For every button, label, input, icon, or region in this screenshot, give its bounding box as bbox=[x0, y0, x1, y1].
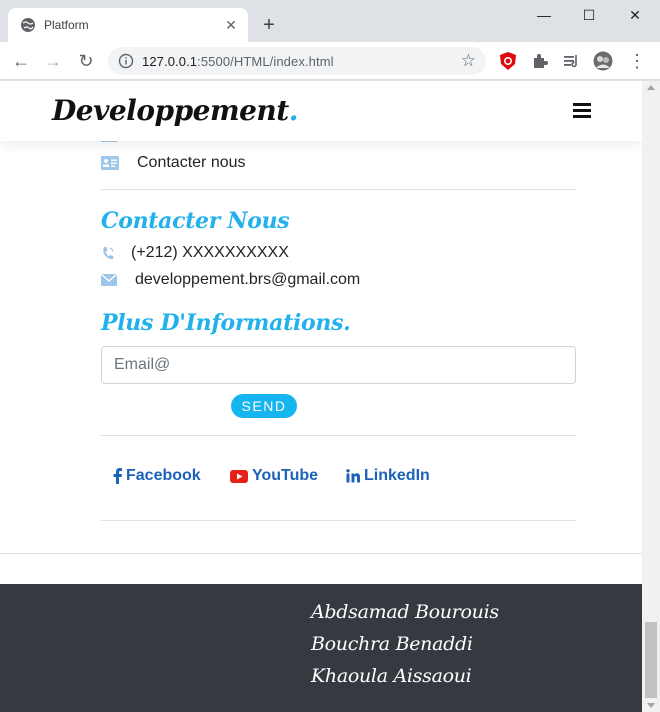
kebab-menu-icon[interactable]: ⋮ bbox=[626, 50, 648, 72]
ublock-extension-icon[interactable] bbox=[498, 51, 518, 71]
contact-heading: Contacter Nous bbox=[101, 208, 290, 234]
facebook-icon bbox=[113, 468, 122, 484]
linkedin-icon bbox=[346, 469, 360, 483]
new-tab-button[interactable]: + bbox=[258, 14, 280, 36]
browser-tab[interactable]: Platform ✕ bbox=[8, 8, 248, 42]
author-name: Abdsamad Bourouis bbox=[311, 601, 499, 623]
divider bbox=[0, 553, 642, 554]
envelope-icon bbox=[101, 274, 117, 286]
site-footer: Abdsamad Bourouis Bouchra Benaddi Khaoul… bbox=[0, 584, 642, 712]
scroll-down-arrow-icon[interactable] bbox=[647, 703, 655, 708]
contact-link-label: Contacter nous bbox=[137, 154, 246, 171]
linkedin-link[interactable]: LinkedIn bbox=[346, 467, 430, 487]
extensions-puzzle-icon[interactable] bbox=[530, 51, 550, 71]
email-address: developpement.brs@gmail.com bbox=[135, 271, 361, 288]
hamburger-menu-icon[interactable] bbox=[573, 103, 591, 119]
info-heading: Plus D'Informations. bbox=[101, 310, 351, 336]
page-viewport: Developpement. Contacter nous Contacter … bbox=[0, 81, 642, 712]
bookmark-star-icon[interactable]: ☆ bbox=[461, 51, 476, 71]
back-arrow-icon[interactable]: ← bbox=[10, 50, 32, 72]
id-card-icon bbox=[101, 156, 119, 170]
divider bbox=[101, 189, 576, 190]
browser-toolbar: ← → ↻ 127.0.0.1:5500/HTML/index.html ☆ ⋮ bbox=[0, 42, 660, 80]
author-name: Khaoula Aissaoui bbox=[311, 665, 472, 687]
scrollbar-thumb[interactable] bbox=[645, 622, 657, 698]
maximize-button[interactable]: ☐ bbox=[566, 0, 612, 30]
close-window-button[interactable]: ✕ bbox=[612, 0, 658, 30]
tab-title: Platform bbox=[44, 18, 89, 32]
globe-icon bbox=[21, 18, 35, 32]
youtube-icon bbox=[230, 469, 248, 483]
browser-window: Platform ✕ + — ☐ ✕ ← → ↻ 127.0.0.1:5500/… bbox=[0, 0, 660, 712]
phone-number: (+212) XXXXXXXXXX bbox=[131, 244, 289, 261]
profile-avatar[interactable] bbox=[593, 51, 613, 71]
send-button[interactable]: SEND bbox=[231, 394, 297, 418]
newsletter-email-input[interactable] bbox=[101, 346, 576, 384]
reload-icon[interactable]: ↻ bbox=[75, 50, 97, 72]
divider bbox=[101, 520, 576, 521]
author-name: Bouchra Benaddi bbox=[311, 633, 473, 655]
phone-icon bbox=[103, 247, 114, 260]
info-icon[interactable] bbox=[118, 53, 134, 69]
reading-list-icon[interactable] bbox=[562, 51, 582, 71]
scroll-up-arrow-icon[interactable] bbox=[647, 85, 655, 90]
tab-strip: Platform ✕ + — ☐ ✕ bbox=[0, 0, 660, 42]
address-bar[interactable]: 127.0.0.1:5500/HTML/index.html ☆ bbox=[108, 47, 486, 75]
brand-logo[interactable]: Developpement. bbox=[52, 94, 298, 127]
youtube-link[interactable]: YouTube bbox=[230, 467, 318, 487]
page-content: Contacter nous Contacter Nous (+212) XXX… bbox=[0, 81, 642, 712]
divider bbox=[101, 435, 576, 436]
url-text: 127.0.0.1:5500/HTML/index.html bbox=[142, 54, 334, 69]
site-header: Developpement. bbox=[0, 81, 642, 141]
forward-arrow-icon[interactable]: → bbox=[42, 50, 64, 72]
tab-close-icon[interactable]: ✕ bbox=[222, 16, 240, 34]
minimize-button[interactable]: — bbox=[521, 0, 567, 30]
facebook-link[interactable]: Facebook bbox=[113, 467, 201, 487]
page-scrollbar[interactable] bbox=[642, 81, 660, 712]
